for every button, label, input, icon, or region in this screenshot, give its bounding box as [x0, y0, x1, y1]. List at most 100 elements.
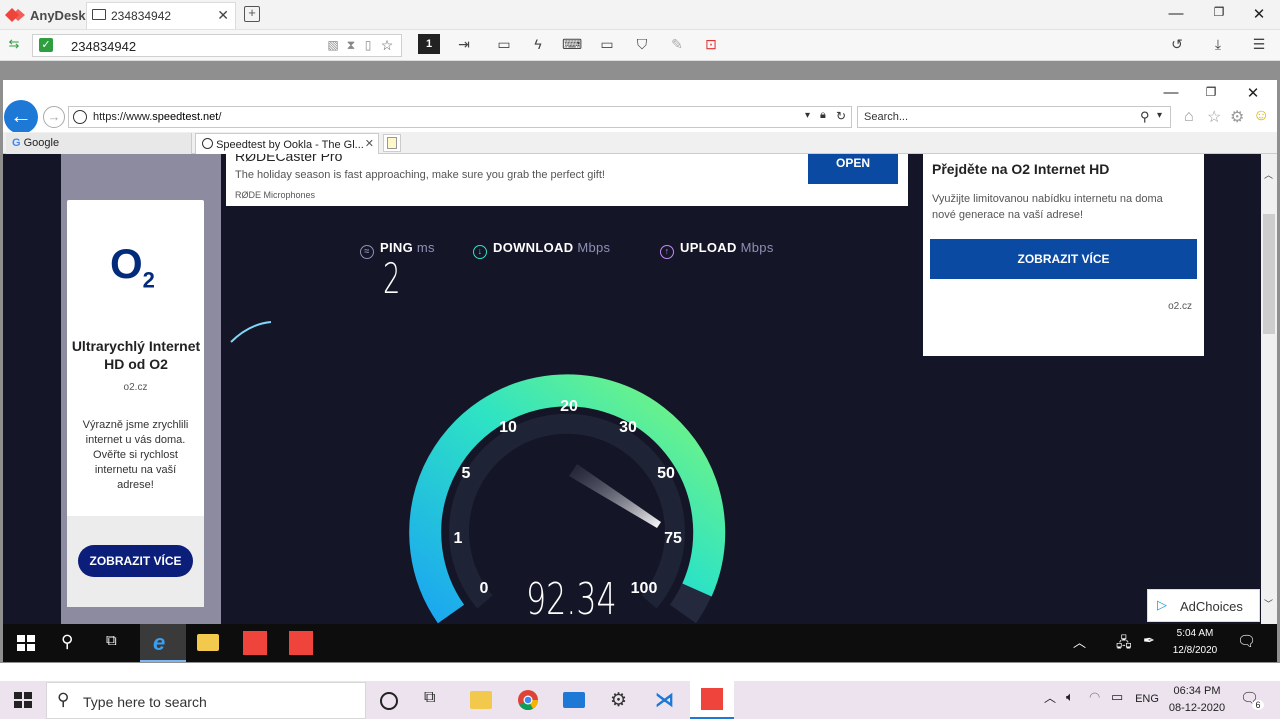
close-tab-icon[interactable]: ✕: [217, 7, 229, 24]
lock-icon[interactable]: 🔒︎: [820, 109, 826, 122]
close-window-icon[interactable]: ✕: [1249, 5, 1269, 23]
verified-check-icon: ✓: [39, 38, 53, 52]
transfer-icon[interactable]: ⇥: [454, 36, 474, 53]
ie-close-icon[interactable]: ✕: [1243, 84, 1263, 102]
scrollbar-thumb[interactable]: [1263, 214, 1275, 334]
adchoices-icon: ▷: [1157, 597, 1167, 612]
anydesk-taskbar-button[interactable]: [690, 681, 734, 719]
search-dropdown-icon[interactable]: ▾: [1157, 110, 1162, 121]
monitor-icon: [92, 9, 106, 20]
vscode-icon[interactable]: ⋊: [655, 689, 677, 711]
google-g-icon: G: [12, 137, 21, 149]
display-icon[interactable]: ▧: [323, 38, 343, 52]
volume-icon[interactable]: 🔈︎: [1066, 689, 1088, 711]
show-hidden-icons[interactable]: ︿: [1044, 689, 1066, 711]
tab-speedtest[interactable]: Speedtest by Ookla - The Gl... ✕: [195, 133, 379, 154]
taskbar-search-icon: ⚲: [57, 690, 70, 709]
mail-icon[interactable]: [563, 692, 585, 708]
tab-google[interactable]: G Google: [6, 133, 192, 154]
ie-minimize-icon[interactable]: —: [1161, 84, 1181, 101]
url-domain: speedtest.net: [152, 111, 219, 123]
favorite-star-icon[interactable]: ☆: [377, 37, 397, 54]
ie-forward-button[interactable]: →: [43, 106, 65, 128]
cortana-icon[interactable]: [380, 692, 398, 710]
restore-icon[interactable]: ❐: [1209, 5, 1229, 19]
adchoices-badge[interactable]: ▷ AdChoices: [1147, 589, 1260, 622]
settings-gear-icon[interactable]: ⚙: [1230, 107, 1244, 127]
o2-ad-domain: o2.cz: [123, 382, 148, 393]
draw-pen-icon[interactable]: ✎: [667, 36, 687, 53]
settings-gear-taskbar-icon[interactable]: ⚙: [610, 689, 632, 711]
o2-left-cta-button[interactable]: ZOBRAZIT VÍCE: [78, 545, 193, 577]
history-icon[interactable]: ↺: [1167, 36, 1187, 53]
remote-file-explorer-icon[interactable]: [197, 634, 219, 651]
monitor-1-button[interactable]: 1: [418, 34, 440, 54]
home-icon[interactable]: ⌂: [1184, 108, 1194, 126]
scroll-down-icon[interactable]: ﹀: [1264, 597, 1273, 610]
smiley-feedback-icon[interactable]: ☺: [1253, 107, 1269, 125]
remote-show-hidden-icon[interactable]: ︿: [1073, 632, 1095, 654]
task-view-icon[interactable]: ⧉: [424, 689, 446, 711]
gauge-tick-20: 20: [560, 398, 578, 415]
upload-arrow-icon: ↑: [660, 245, 674, 259]
minimize-icon[interactable]: —: [1166, 5, 1186, 22]
ie-back-button[interactable]: ←: [4, 100, 38, 134]
notification-count-badge: 6: [1252, 700, 1264, 710]
remote-ie-taskbar-button[interactable]: e: [140, 624, 186, 662]
taskbar-search-box[interactable]: ⚲ Type here to search: [46, 682, 366, 719]
mouse-icon[interactable]: ▯: [358, 38, 378, 52]
start-windows-icon[interactable]: [12, 689, 34, 711]
language-indicator[interactable]: ENG: [1133, 693, 1161, 705]
chrome-icon[interactable]: [517, 689, 539, 711]
url-suffix: /: [218, 111, 222, 123]
permissions-shield-icon[interactable]: ⛉: [632, 36, 652, 53]
tab-close-icon[interactable]: ✕: [365, 137, 374, 150]
remote-anydesk-icon-2[interactable]: [289, 631, 313, 655]
chat-icon[interactable]: ▭: [494, 36, 514, 53]
battery-icon[interactable]: ▭: [1111, 689, 1133, 711]
ie-address-bar[interactable]: https://www.speedtest.net/ ▾ 🔒︎ ↻: [68, 106, 852, 128]
tab-google-label: Google: [23, 137, 60, 149]
speedtest-page: O2 Ultrarychlý Internet HD od O2 o2.cz V…: [3, 154, 1261, 624]
action-lightning-icon[interactable]: ϟ: [528, 36, 548, 52]
ie-restore-icon[interactable]: ❐: [1201, 85, 1221, 99]
ie-search-box[interactable]: Search... ⚲ ▾: [857, 106, 1171, 128]
remote-pen-icon[interactable]: ✒: [1143, 632, 1165, 654]
o2-logo: O2: [110, 240, 155, 293]
scroll-up-icon[interactable]: ︿: [1264, 168, 1273, 181]
gauge-tick-100: 100: [631, 580, 658, 597]
wifi-icon[interactable]: ◠: [1089, 689, 1111, 711]
remote-notifications-icon[interactable]: 🗨︎: [1237, 632, 1259, 654]
download-icon[interactable]: ⤓: [1208, 36, 1228, 53]
url-dropdown-icon[interactable]: ▾: [805, 110, 810, 121]
remote-taskbar: ⚲ ⧉ e ︿ 🖧︎ ✒ 5:04 AM 12/8/2020 🗨︎: [3, 624, 1277, 662]
record-icon[interactable]: ⊡: [701, 36, 721, 53]
favorites-star-icon[interactable]: ☆: [1207, 107, 1221, 127]
remote-task-view-icon[interactable]: ⧉: [106, 632, 128, 654]
anydesk-title-bar: AnyDesk 234834942 ✕ + — ❐ ✕: [0, 0, 1280, 30]
anydesk-session-tab[interactable]: 234834942 ✕: [86, 2, 236, 29]
gauge-tick-0: 0: [480, 580, 489, 597]
new-tab-icon[interactable]: +: [244, 6, 260, 22]
o2-right-cta-button[interactable]: ZOBRAZIT VÍCE: [930, 239, 1197, 279]
remote-search-icon[interactable]: ⚲: [61, 632, 83, 654]
display-settings-icon[interactable]: ▭: [597, 36, 617, 53]
o2-left-ad[interactable]: O2 Ultrarychlý Internet HD od O2 o2.cz V…: [67, 200, 204, 607]
rode-banner-ad[interactable]: RØDECaster Pro The holiday season is fas…: [226, 154, 908, 206]
keyboard-icon[interactable]: ⌨: [562, 36, 582, 53]
file-explorer-icon[interactable]: [470, 691, 492, 709]
refresh-icon[interactable]: ↻: [836, 109, 846, 123]
o2-ad-title: Ultrarychlý Internet HD od O2: [71, 338, 201, 372]
remote-network-icon[interactable]: 🖧︎: [1116, 632, 1138, 654]
rode-ad-subtitle: The holiday season is fast approaching, …: [235, 169, 605, 181]
search-icon[interactable]: ⚲: [1140, 109, 1150, 125]
remote-anydesk-icon-1[interactable]: [243, 631, 267, 655]
ie-vertical-scrollbar[interactable]: ︿ ﹀: [1261, 154, 1277, 624]
anydesk-address-field[interactable]: ✓ 234834942 ▧ ⧗ ▯ ☆: [32, 34, 402, 57]
rode-open-button[interactable]: OPEN: [808, 154, 898, 184]
o2-right-ad[interactable]: Přejděte na O2 Internet HD Využijte limi…: [923, 154, 1204, 356]
download-metric-header: ↓ DOWNLOAD Mbps: [473, 240, 610, 259]
menu-icon[interactable]: ☰: [1249, 36, 1269, 53]
new-tab-button[interactable]: [383, 134, 401, 152]
remote-start-windows-icon[interactable]: [15, 632, 37, 654]
